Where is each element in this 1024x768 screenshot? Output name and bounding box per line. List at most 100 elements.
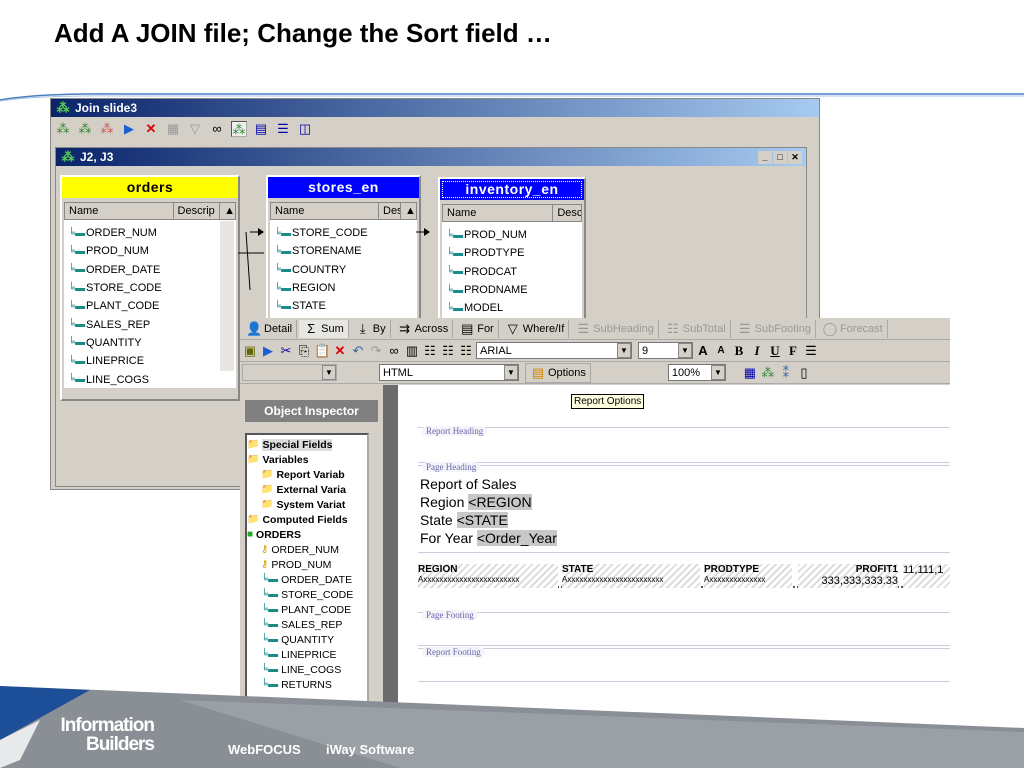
delete-icon[interactable]: ✕ — [332, 343, 348, 359]
tree-item[interactable]: 📁 External Varia — [247, 482, 367, 497]
heading-field[interactable]: <REGION — [468, 494, 532, 510]
tree-item[interactable]: 📁 Variables — [247, 452, 367, 467]
edit-join-icon[interactable]: ⁂ — [99, 121, 115, 137]
field-row[interactable]: ╘▬ ORDER_DATE — [64, 261, 236, 279]
field-row[interactable]: ╘▬ PRODCAT — [442, 263, 582, 281]
field-row[interactable]: ╘▬ LINE_COGS — [64, 370, 236, 388]
report-column[interactable]: PROFIT1 333,333,333.33 — [798, 564, 898, 588]
table-inventory-en[interactable]: inventory_en Name Desc ╘▬ PROD_NUM ╘▬ PRODTY… — [438, 177, 586, 332]
options-button[interactable]: ▤ Options — [525, 362, 591, 383]
page-icon[interactable]: ▯ — [796, 365, 812, 381]
tree-item[interactable]: ■ ORDERS — [247, 527, 367, 542]
page-footing-band[interactable] — [418, 612, 950, 646]
tab-by[interactable]: ⤓ By — [351, 319, 391, 338]
maximize-button[interactable]: □ — [773, 150, 787, 164]
run-icon[interactable]: ▶ — [121, 121, 137, 137]
paste-icon[interactable]: 📋 — [314, 343, 330, 359]
report-column[interactable]: STATE Axxxxxxxxxxxxxxxxxxxxxxxx — [562, 564, 700, 588]
tab-forecast[interactable]: ◯ Forecast — [818, 319, 888, 338]
page-heading-text[interactable]: Report of Sales Region <REGION State <STAT… — [420, 475, 557, 547]
glasses-icon[interactable]: ∞ — [386, 343, 402, 359]
font-button[interactable]: F — [785, 343, 801, 359]
tab-subtotal[interactable]: ☷ SubTotal — [661, 319, 731, 338]
align-3-icon[interactable]: ☷ — [458, 343, 474, 359]
report-footing-band[interactable] — [418, 648, 950, 682]
tab-across[interactable]: ⇉ Across — [393, 319, 454, 338]
zoom-select[interactable]: 100% ▼ — [667, 364, 726, 381]
tree-item[interactable]: 📁 System Variat — [247, 497, 367, 512]
tab-subheading[interactable]: ☰ SubHeading — [571, 319, 659, 338]
col-desc[interactable]: Des — [379, 203, 401, 219]
close-button[interactable]: ✕ — [788, 150, 802, 164]
new-join-icon[interactable]: ⁂ — [55, 121, 71, 137]
report-heading-band[interactable] — [418, 427, 950, 463]
col-desc[interactable]: Descrip — [174, 203, 221, 219]
report-column[interactable]: 11,111,1 — [903, 564, 950, 588]
field-row[interactable]: ╘▬ PRODTYPE — [442, 244, 582, 262]
save-icon[interactable]: ▣ — [242, 343, 258, 359]
report-canvas[interactable]: Report Heading Page Heading Report of Sa… — [398, 385, 950, 708]
join-icon[interactable]: ⁂ — [760, 365, 776, 381]
col-name[interactable]: Name — [65, 203, 174, 219]
splitter[interactable] — [383, 385, 398, 708]
field-row[interactable]: ╘▬ QUANTITY — [64, 334, 236, 352]
tree-item[interactable]: ╘▬ SALES_REP — [247, 617, 367, 632]
heading-field[interactable]: <STATE — [456, 512, 508, 528]
underline-button[interactable]: U — [767, 343, 783, 359]
table-orders[interactable]: orders Name Descrip ▲ ╘▬ ORDER_NUM ╘▬ PROD_NU… — [60, 175, 240, 401]
report-column[interactable]: PRODTYPE Axxxxxxxxxxxxxx — [704, 564, 792, 588]
heading-field[interactable]: <Order_Year — [476, 530, 557, 546]
col-name[interactable]: Name — [271, 203, 379, 219]
tab-sum[interactable]: Σ Sum — [299, 319, 349, 338]
align-left-icon[interactable]: ☰ — [803, 343, 819, 359]
font-select[interactable]: ARIAL ▼ — [476, 342, 632, 359]
tree-icon[interactable]: ⁑ — [778, 365, 794, 381]
tree-item[interactable]: 📁 Computed Fields — [247, 512, 367, 527]
tree-item[interactable]: ╘▬ PLANT_CODE — [247, 602, 367, 617]
align-2-icon[interactable]: ☷ — [440, 343, 456, 359]
cut-icon[interactable]: ✂ — [278, 343, 294, 359]
italic-button[interactable]: I — [749, 343, 765, 359]
align-1-icon[interactable]: ☷ — [422, 343, 438, 359]
tree-item[interactable]: 📁 Special Fields — [247, 437, 367, 452]
field-row[interactable]: ╘▬ SALES_REP — [64, 315, 236, 333]
grow-font-icon[interactable]: A — [695, 343, 711, 359]
shrink-font-icon[interactable]: A — [713, 343, 729, 359]
tree-item[interactable]: ╘▬ LINE_COGS — [247, 662, 367, 677]
tree-item[interactable]: ╘▬ QUANTITY — [247, 632, 367, 647]
add-file-icon[interactable]: ⁂ — [77, 121, 93, 137]
tree-item[interactable]: ⚷ ORDER_NUM — [247, 542, 367, 557]
output-format-select[interactable]: HTML ▼ — [379, 364, 519, 381]
field-row[interactable]: ╘▬ PROD_NUM — [64, 242, 236, 260]
copy-icon[interactable]: ⎘ — [296, 343, 312, 359]
tab-whereif[interactable]: ▽ Where/If — [501, 319, 570, 338]
field-row[interactable]: ╘▬ MODEL — [442, 299, 582, 317]
tile-vertical-icon[interactable]: ◫ — [297, 121, 313, 137]
tab-for[interactable]: ▤ For — [455, 319, 499, 338]
redo-icon[interactable]: ↷ — [368, 343, 384, 359]
tree-item[interactable]: ╘▬ ORDER_DATE — [247, 572, 367, 587]
tree-item[interactable]: ⚷ PROD_NUM — [247, 557, 367, 572]
run-icon[interactable]: ▶ — [260, 343, 276, 359]
tile-horizontal-icon[interactable]: ☰ — [275, 121, 291, 137]
field-row[interactable]: ╘▬ PROD_NUM — [442, 226, 582, 244]
glasses-icon[interactable]: ∞ — [209, 121, 225, 137]
grid-icon[interactable]: ▦ — [165, 121, 181, 137]
delete-icon[interactable]: ✕ — [143, 121, 159, 137]
field-row[interactable]: ╘▬ STATE — [270, 297, 417, 315]
tab-subfooting[interactable]: ☰ SubFooting — [733, 319, 816, 338]
field-row[interactable]: ╘▬ PRODNAME — [442, 281, 582, 299]
bold-button[interactable]: B — [731, 343, 747, 359]
calculator-icon[interactable]: ▦ — [742, 365, 758, 381]
field-row[interactable]: ╘▬ STORE_CODE — [64, 279, 236, 297]
col-name[interactable]: Name — [443, 205, 554, 221]
vertical-scrollbar[interactable] — [220, 221, 234, 371]
field-row[interactable]: ╘▬ LINEPRICE — [64, 352, 236, 370]
font-size-select[interactable]: 9 ▼ — [638, 342, 693, 359]
undo-icon[interactable]: ↶ — [350, 343, 366, 359]
col-desc[interactable]: Desc — [553, 205, 581, 221]
tree-item[interactable]: ╘▬ STORE_CODE — [247, 587, 367, 602]
filter-icon[interactable]: ▽ — [187, 121, 203, 137]
layout-icon[interactable]: ▥ — [404, 343, 420, 359]
tab-detail[interactable]: 👤 Detail — [242, 319, 298, 338]
